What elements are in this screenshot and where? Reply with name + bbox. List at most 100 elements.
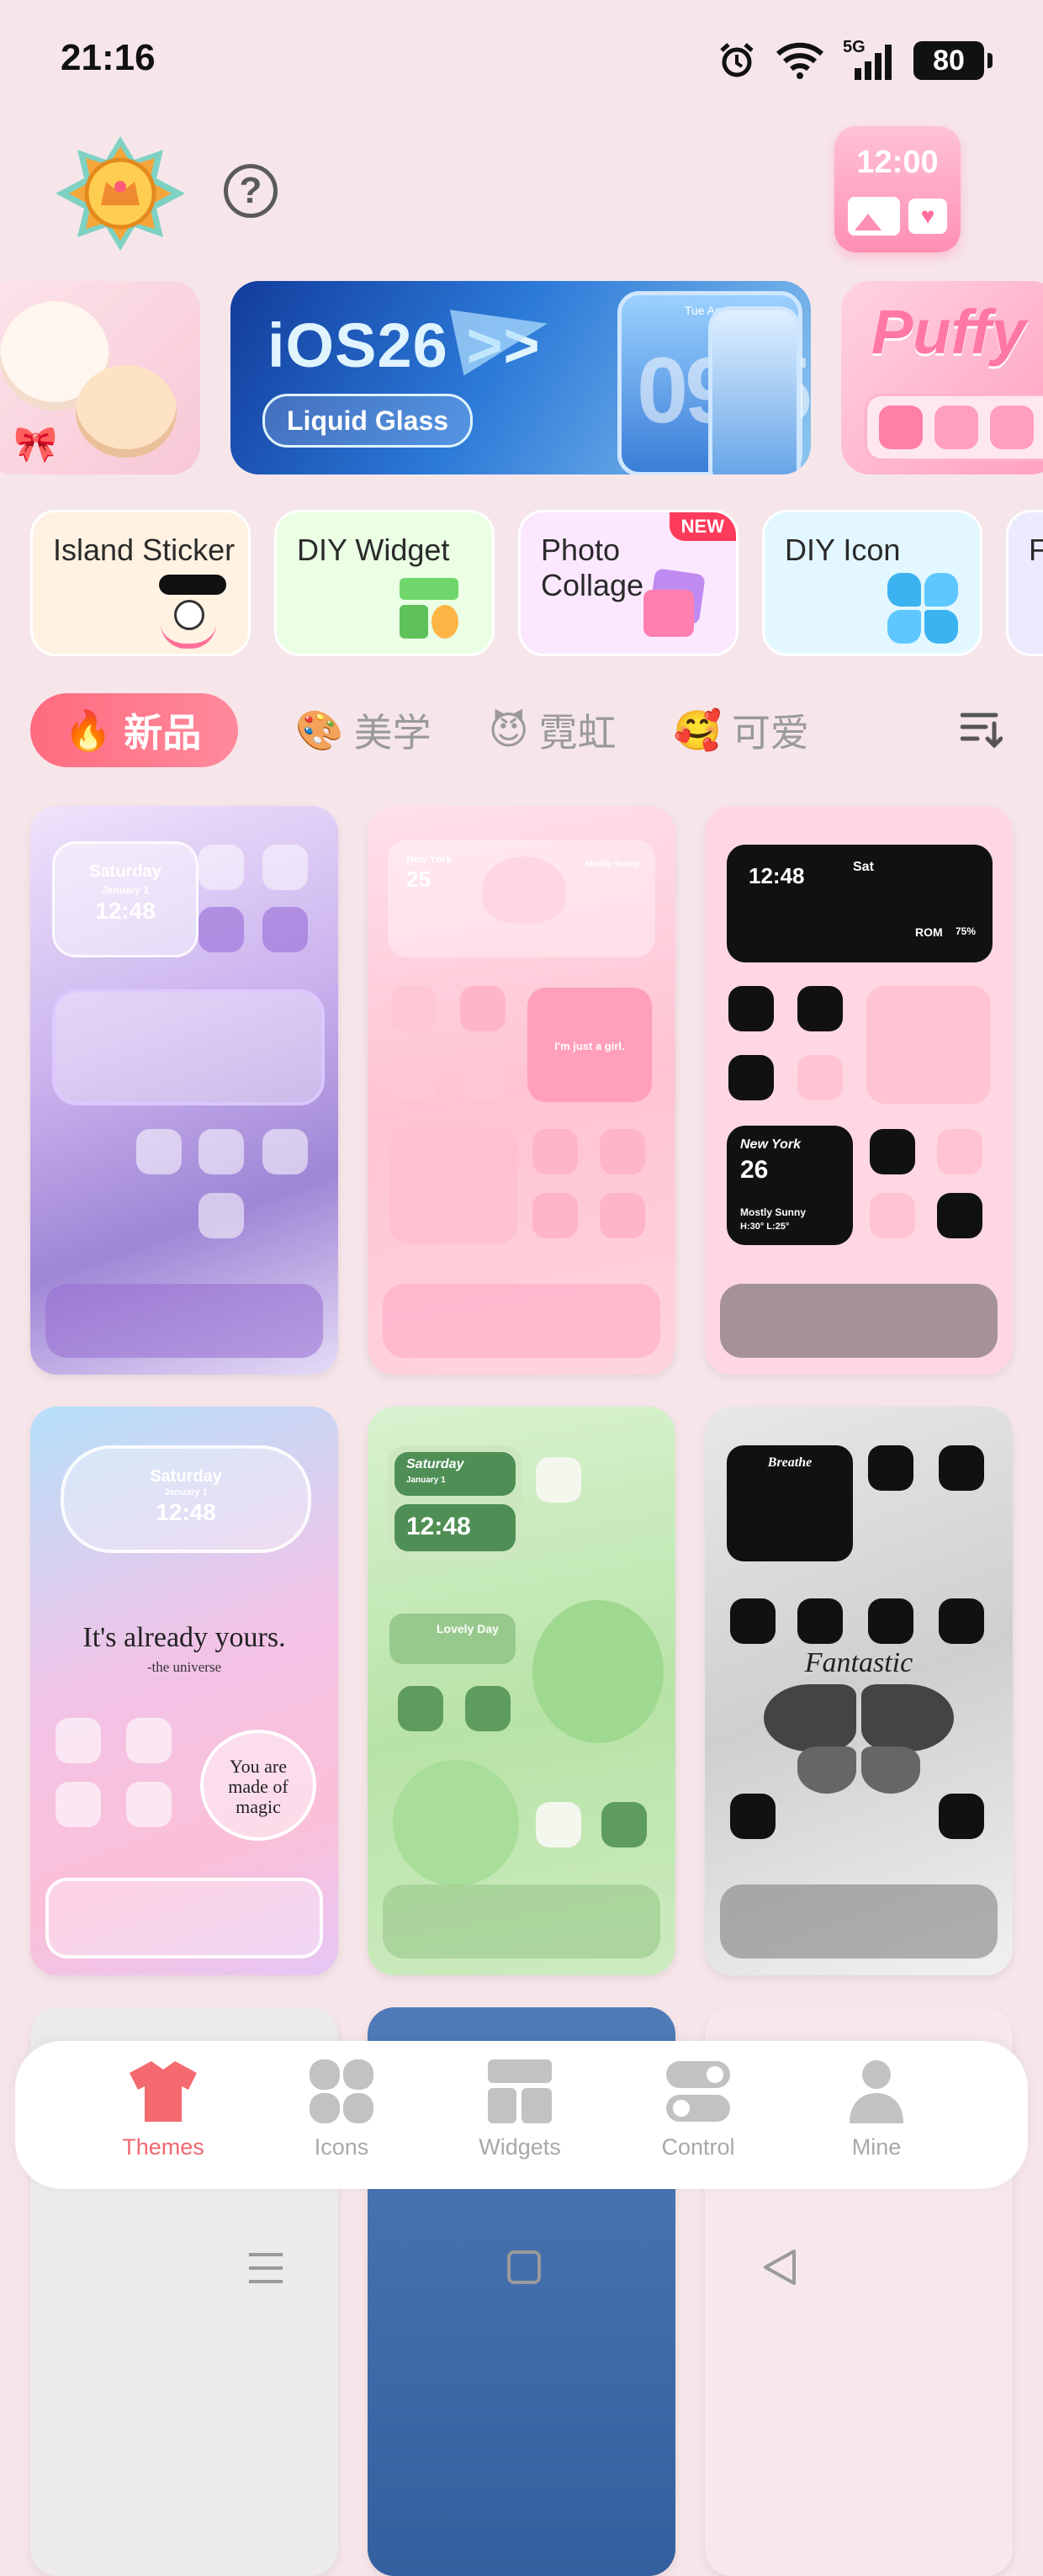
- x-icon: [728, 986, 774, 1031]
- help-button[interactable]: ?: [224, 164, 278, 218]
- butterfly-illustration: [764, 1684, 954, 1794]
- clock-widget-shortcut[interactable]: 12:00 ♥: [834, 126, 961, 252]
- settings-icon: [870, 1193, 915, 1238]
- time-pill: 12:48: [394, 1504, 516, 1551]
- dash-time: 12:48: [749, 863, 805, 888]
- instagram-icon: [398, 1686, 443, 1731]
- glass-butterfly-widget: [52, 989, 325, 1105]
- theme-card-purple-glass[interactable]: Saturday January 1 12:48: [30, 806, 338, 1375]
- tshirt-icon: [130, 2061, 197, 2122]
- feature-diy-icon[interactable]: DIY Icon: [762, 510, 982, 656]
- snapchat-icon: [262, 907, 308, 952]
- weather-city: New York: [406, 853, 452, 865]
- nav-icons[interactable]: Icons: [274, 2059, 409, 2160]
- telegram-icon: [600, 1129, 645, 1174]
- system-nav-bar: [0, 2238, 1043, 2297]
- nav-label: Mine: [851, 2134, 902, 2160]
- swing-character-icon: [161, 600, 216, 649]
- sort-icon[interactable]: [961, 710, 1003, 749]
- messenger-icon: [939, 1598, 984, 1644]
- theme-card-pastel-universe[interactable]: Saturday January 1 12:48 It's already yo…: [30, 1407, 338, 1975]
- bow-icon: 🎀: [13, 424, 58, 464]
- dash-day: Sat: [853, 860, 874, 874]
- feature-island-sticker[interactable]: Island Sticker: [30, 510, 251, 656]
- tab-neon[interactable]: 😈 霓虹: [489, 702, 617, 758]
- feature-photo-collage[interactable]: Photo Collage NEW: [518, 510, 739, 656]
- theme-card-pink-bows[interactable]: 12:48 Sat ROM 75% New York 26 Mostly Sun…: [705, 806, 1013, 1375]
- banner-kitty-bears[interactable]: 🎀: [0, 281, 200, 474]
- theme-dock: [383, 1884, 660, 1959]
- snapchat-icon: [728, 1055, 774, 1100]
- status-time: 21:16: [61, 37, 156, 78]
- tab-cute[interactable]: 🥰 可爱: [674, 702, 809, 758]
- avatar[interactable]: [52, 135, 188, 252]
- widget-date: January 1: [406, 1476, 446, 1485]
- breathe-text: Breathe: [767, 1455, 813, 1470]
- telegram-icon: [868, 1445, 913, 1491]
- girl-text: I'm just a girl.: [554, 1040, 625, 1052]
- fantastic-text: Fantastic: [804, 1647, 913, 1678]
- city-hilo: H:30° L:25°: [740, 1222, 790, 1232]
- fire-icon: 🔥: [64, 708, 113, 752]
- skype-icon: [465, 1686, 511, 1731]
- nav-control[interactable]: Control: [631, 2059, 765, 2160]
- feature-label: F: [1029, 533, 1043, 568]
- lovely-day-pill: Lovely Day: [389, 1614, 516, 1664]
- theme-card-pink-heart[interactable]: New York 25 Mostly Sunny I'm just a girl…: [368, 806, 675, 1375]
- pinterest-icon: [730, 1794, 776, 1839]
- back-icon[interactable]: [760, 2248, 799, 2287]
- theme-card-mono-butterfly[interactable]: Breathe Fantastic: [705, 1407, 1013, 1975]
- girl-heart-widget: I'm just a girl.: [527, 988, 652, 1102]
- city-name: New York: [740, 1137, 802, 1152]
- wifi-icon: [776, 42, 824, 79]
- feature-diy-widget[interactable]: DIY Widget: [274, 510, 495, 656]
- clock-widget: Saturday January 1 12:48: [388, 1445, 522, 1560]
- dino-illustration-large: [393, 1760, 519, 1886]
- theme-dock: [45, 1878, 323, 1959]
- banner-puffy[interactable]: Puffy: [841, 281, 1043, 474]
- help-icon: ?: [239, 170, 262, 211]
- widget-date: January 1: [101, 884, 150, 896]
- nav-label: Widgets: [479, 2134, 561, 2160]
- pinterest-icon: [126, 1782, 172, 1827]
- banner-ios26[interactable]: iOS26 >> Liquid Glass 09:52 Tue Apr 1: [230, 281, 811, 474]
- menu-icon[interactable]: [247, 2250, 284, 2287]
- calculator-icon: [391, 986, 437, 1031]
- tiktok-icon: [391, 1055, 437, 1100]
- amazon-icon: [600, 1193, 645, 1238]
- clover-icon: [887, 573, 963, 649]
- tiktok-icon: [939, 1445, 984, 1491]
- quote-text: It's already yours.: [82, 1622, 286, 1653]
- nav-mine[interactable]: Mine: [809, 2059, 944, 2160]
- tab-label: 美学: [353, 711, 431, 755]
- nav-themes[interactable]: Themes: [96, 2059, 230, 2160]
- ios26-phone-front: [708, 306, 801, 474]
- home-icon[interactable]: [506, 2250, 542, 2285]
- photo-icon: [848, 197, 900, 236]
- widget-day: Saturday: [89, 862, 161, 881]
- tab-label: 可爱: [731, 711, 809, 755]
- theme-dock: [720, 1284, 998, 1358]
- snapchat-icon: [939, 1794, 984, 1839]
- feature-label: Island Sticker: [53, 533, 236, 567]
- theme-card-green-dino[interactable]: Saturday January 1 12:48 Lovely Day: [368, 1407, 675, 1975]
- theme-dock: [45, 1284, 323, 1358]
- dash-rom: ROM: [915, 925, 943, 939]
- linkedin-icon: [937, 1193, 982, 1238]
- youtube-icon: [126, 1718, 172, 1763]
- feature-more[interactable]: F: [1006, 510, 1043, 656]
- linkedin-icon: [460, 986, 506, 1031]
- widget-blocks-icon: [400, 578, 467, 645]
- heart-shape: [482, 856, 566, 924]
- quote-attribution: -the universe: [146, 1659, 222, 1675]
- chrome-icon: [937, 1129, 982, 1174]
- toggle-icon: [666, 2061, 730, 2122]
- feature-label: DIY Widget: [297, 533, 450, 567]
- nav-widgets[interactable]: Widgets: [453, 2059, 587, 2160]
- tab-new[interactable]: 🔥 新品: [30, 693, 239, 767]
- crown-badge-icon: [56, 136, 185, 251]
- bear-illustration: [76, 365, 177, 458]
- whatsapp-icon: [199, 907, 244, 952]
- messenger-icon: [870, 1129, 915, 1174]
- tab-aesthetic[interactable]: 🎨 美学: [295, 702, 431, 758]
